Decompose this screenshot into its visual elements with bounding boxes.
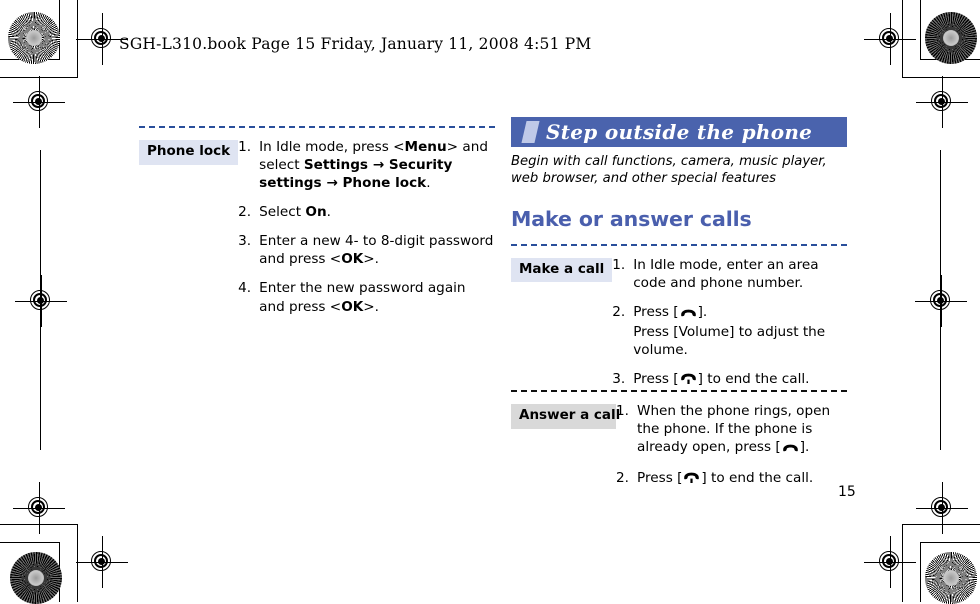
step-text: ]. [799, 439, 810, 456]
definition-cell: 1. In Idle mode, press <Menu> and select … [238, 128, 495, 316]
step-text: . [426, 175, 431, 192]
step-item: 2. Press []. Press [Volume] to adjust the … [612, 303, 847, 359]
step-text: . [326, 204, 331, 221]
step-number: 1. [612, 256, 626, 273]
step-number: 2. [612, 303, 626, 320]
term-cell: Phone lock [139, 128, 239, 165]
step-text: >. [363, 251, 380, 268]
section-banner: Step outside the phone [511, 117, 847, 147]
step-text: Select [259, 204, 306, 221]
emphasis-text: Phone lock [342, 175, 427, 192]
definition-cell: 1. In Idle mode, enter an area code and p… [612, 246, 847, 390]
step-list: 1. In Idle mode, press <Menu> and select … [238, 138, 495, 316]
send-key-icon [680, 305, 697, 323]
step-item: 3. Press [ ] to end the call. [612, 370, 847, 390]
definition-row: Answer a call 1. When the phone rings, ope… [511, 392, 847, 489]
step-number: 3. [238, 233, 252, 250]
step-text: In Idle mode, enter an area code and pho… [633, 256, 819, 291]
banner-title: Step outside the phone [546, 120, 813, 144]
end-key-icon [683, 470, 700, 489]
term-label: Answer a call [511, 404, 620, 429]
step-list: 1. In Idle mode, enter an area code and p… [612, 256, 847, 390]
definition-cell: 1. When the phone rings, open the phone. … [616, 392, 847, 489]
step-item: 1. In Idle mode, press <Menu> and select … [238, 138, 495, 192]
end-key-icon [680, 371, 697, 390]
step-item: 3. Enter a new 4- to 8-digit password and… [238, 232, 495, 268]
section-heading: Make or answer calls [511, 206, 752, 231]
page-number: 15 [838, 484, 856, 500]
emphasis-text: Menu [404, 139, 447, 155]
step-text: ] to end the call. [697, 371, 810, 388]
step-text: Press [ [633, 303, 679, 320]
term-cell: Answer a call [511, 392, 620, 429]
step-item: 1. When the phone rings, open the phone. … [616, 402, 847, 458]
step-list: 1. When the phone rings, open the phone. … [616, 402, 847, 489]
step-number: 2. [616, 470, 629, 487]
step-text: >. [363, 298, 380, 315]
emphasis-text: → [368, 157, 389, 174]
step-number: 3. [612, 371, 626, 388]
term-cell: Make a call [511, 246, 613, 283]
step-text: ]. [697, 303, 708, 320]
step-number: 4. [238, 280, 252, 297]
page-content: Phone lock 1. In Idle mode, press <Menu> a… [0, 0, 980, 602]
step-item: 2. Press [ ] to end the call. [616, 469, 847, 489]
step-text: Press [ [637, 470, 683, 487]
left-column: Phone lock 1. In Idle mode, press <Menu> a… [139, 126, 495, 316]
emphasis-text: Settings [303, 157, 369, 174]
step-text: Press [Volume] to adjust the volume. [633, 324, 826, 359]
send-key-icon [782, 440, 799, 458]
definition-row: Make a call 1. In Idle mode, enter an area… [511, 246, 847, 390]
term-label: Make a call [511, 257, 613, 283]
step-item: 1. In Idle mode, enter an area code and p… [612, 256, 847, 292]
term-label: Phone lock [139, 140, 239, 165]
step-number: 2. [238, 204, 252, 221]
emphasis-text: OK [341, 298, 364, 315]
step-item: 2. Select On. [238, 203, 495, 221]
step-item: 4. Enter the new password again and press… [238, 279, 495, 315]
banner-subtitle: Begin with call functions, camera, music… [511, 154, 827, 186]
definition-row: Phone lock 1. In Idle mode, press <Menu> a… [139, 128, 495, 316]
step-number: 1. [616, 403, 629, 420]
step-number: 1. [238, 139, 252, 155]
banner-accent-icon [521, 121, 540, 143]
emphasis-text: On [305, 204, 327, 221]
step-text: Press [ [633, 371, 679, 388]
right-column: Step outside the phone Begin with call f… [511, 117, 847, 490]
step-text: In Idle mode, press < [259, 139, 405, 155]
step-text: ] to end the call. [701, 470, 814, 487]
emphasis-text: → [321, 175, 343, 192]
emphasis-text: OK [341, 251, 364, 268]
